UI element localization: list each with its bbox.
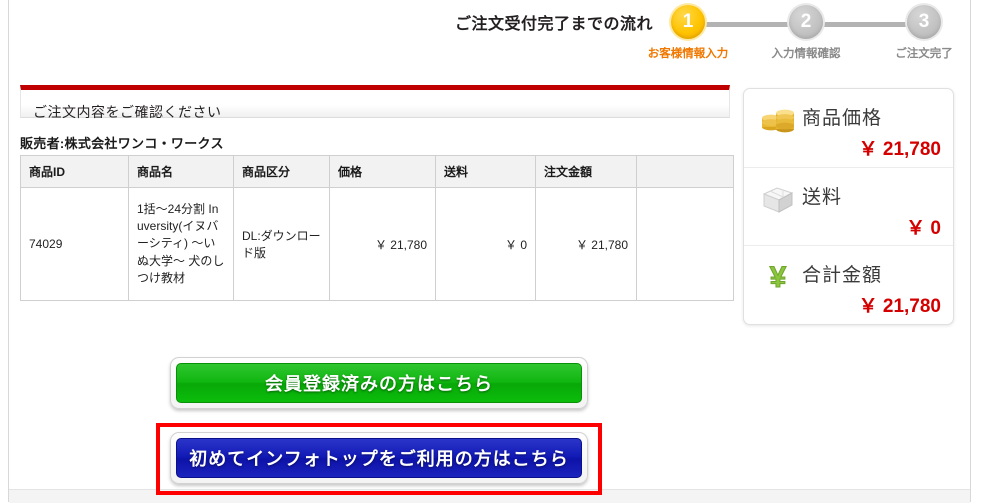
col-header-price: 価格 [329,155,436,188]
flow-step-2: 2 入力情報確認 [751,2,861,61]
cell-extra [636,187,734,301]
cell-product-type: DL:ダウンロード版 [233,187,330,301]
col-header-order-amount: 注文金額 [535,155,637,188]
seller-name: 販売者:株式会社ワンコ・ワークス [20,136,224,151]
order-summary-panel: 商品価格 ￥ 21,780 送料 ￥ 0 ¥ 合計金額 ￥ 21,780 [743,88,954,325]
table-header-row: 商品ID 商品名 商品区分 価格 送料 注文金額 [20,155,734,188]
col-header-product-id: 商品ID [20,155,129,188]
summary-row-total: ¥ 合計金額 ￥ 21,780 [744,245,953,323]
svg-text:¥: ¥ [770,261,787,293]
summary-row-shipping: 送料 ￥ 0 [744,167,953,245]
page-root: ご注文受付完了までの流れ 1 お客様情報入力 2 入力情報確認 3 ご注文完了 … [0,0,981,503]
flow-step-2-label: 入力情報確認 [771,48,841,60]
existing-member-button[interactable]: 会員登録済みの方はこちら [170,357,588,409]
order-confirm-heading-text: ご注文内容をご確認ください [33,104,222,120]
flow-step-3-label: ご注文完了 [895,48,953,60]
flow-step-2-circle: 2 [789,5,823,39]
flow-step-1-circle: 1 [671,5,705,39]
summary-value-shipping: ￥ 0 [906,218,941,239]
page-bottom-strip [9,489,970,503]
existing-member-button-label: 会員登録済みの方はこちら [176,363,582,403]
summary-value-product-price: ￥ 21,780 [858,139,941,160]
cell-order-amount: ￥ 21,780 [535,187,637,301]
summary-label-product-price: 商品価格 [802,108,883,129]
yen-icon: ¥ [758,259,798,295]
table-row: 74029 1括〜24分割 Inuversity(イヌバーシティ) 〜いぬ大学〜… [20,187,734,301]
col-header-extra [636,155,734,188]
page-right-border [970,0,971,502]
first-time-user-button-label: 初めてインフォトップをご利用の方はこちら [176,438,582,478]
col-header-product-type: 商品区分 [233,155,330,188]
order-items-table: 商品ID 商品名 商品区分 価格 送料 注文金額 74029 1括〜24分割 I… [20,155,734,301]
page-left-border [8,0,9,502]
summary-label-total: 合計金額 [802,265,883,286]
summary-row-product-price: 商品価格 ￥ 21,780 [744,89,953,167]
flow-step-3-circle: 3 [907,5,941,39]
col-header-shipping: 送料 [435,155,536,188]
order-flow-stepper: ご注文受付完了までの流れ 1 お客様情報入力 2 入力情報確認 3 ご注文完了 [455,2,955,64]
flow-step-3: 3 ご注文完了 [869,2,979,61]
cell-product-name: 1括〜24分割 Inuversity(イヌバーシティ) 〜いぬ大学〜 犬のしつけ… [128,187,234,301]
cell-shipping: ￥ 0 [435,187,536,301]
first-time-user-button[interactable]: 初めてインフォトップをご利用の方はこちら [170,432,588,484]
col-header-product-name: 商品名 [128,155,234,188]
cell-price: ￥ 21,780 [329,187,436,301]
summary-label-shipping: 送料 [802,187,843,208]
box-icon [758,181,798,215]
cell-product-id: 74029 [20,187,129,301]
coins-icon [758,102,798,136]
summary-value-total: ￥ 21,780 [858,296,941,317]
order-confirm-heading-bar: ご注文内容をご確認ください [20,85,730,120]
flow-step-1-label: お客様情報入力 [647,48,729,60]
order-flow-title: ご注文受付完了までの流れ [455,16,654,33]
flow-step-1: 1 お客様情報入力 [633,2,743,61]
